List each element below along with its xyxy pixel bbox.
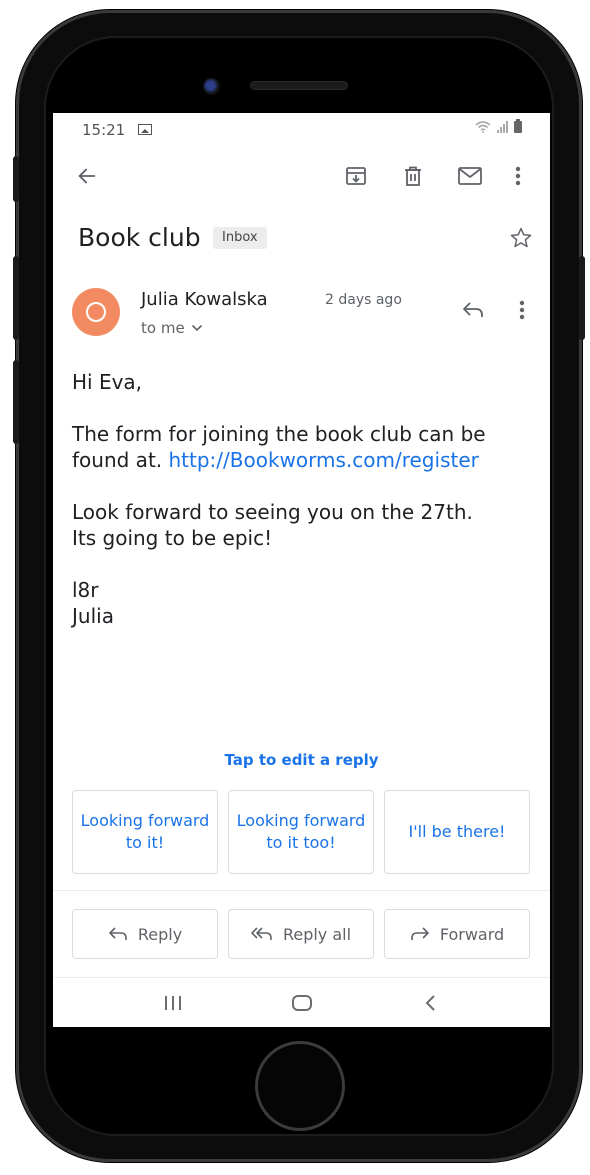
star-outline-icon	[510, 227, 532, 248]
message-more-button[interactable]	[509, 293, 535, 327]
power-button	[579, 256, 585, 340]
reply-icon	[109, 927, 127, 940]
status-bar: 15:21	[53, 113, 550, 145]
screen: 15:21 Book club Inbox Julia Kowalska 2 d…	[53, 113, 550, 1027]
chevron-left-icon	[425, 995, 435, 1011]
signoff: l8r Julia	[72, 577, 542, 629]
forward-icon	[411, 927, 429, 940]
reply-label: Reply	[137, 924, 183, 944]
battery-icon	[514, 119, 522, 133]
status-time: 15:21	[82, 121, 126, 139]
volume-down-button	[13, 360, 19, 444]
volume-up-button	[13, 256, 19, 340]
section-divider	[53, 890, 550, 891]
smart-reply-prompt[interactable]: Tap to edit a reply	[53, 751, 550, 769]
email-timestamp: 2 days ago	[325, 292, 402, 308]
signoff-line-1: l8r	[72, 578, 99, 602]
more-vert-icon	[519, 300, 525, 320]
home-button[interactable]	[255, 1041, 345, 1131]
mute-switch	[13, 156, 19, 202]
recipient-label: to me	[141, 319, 185, 337]
trash-icon	[405, 166, 421, 186]
earpiece-speaker	[250, 81, 348, 90]
mail-icon	[458, 167, 482, 185]
wifi-icon	[475, 121, 491, 133]
arrow-left-icon	[78, 168, 96, 184]
email-body: Hi Eva, The form for joining the book cl…	[72, 369, 542, 655]
quick-reply-button[interactable]	[456, 293, 490, 327]
reply-icon	[463, 302, 483, 317]
forward-label: Forward	[439, 924, 505, 944]
paragraph-1: The form for joining the book club can b…	[72, 421, 542, 473]
status-icons	[475, 119, 522, 133]
back-button[interactable]	[70, 159, 104, 193]
image-notification-icon	[138, 124, 152, 135]
more-options-button[interactable]	[505, 159, 531, 193]
paragraph-2-line-1: Look forward to seeing you on the 27th.	[72, 500, 473, 524]
recipient-details-toggle[interactable]: to me	[141, 319, 203, 337]
recent-apps-icon	[165, 996, 181, 1010]
chevron-down-icon	[191, 324, 202, 332]
email-subject: Book club	[78, 223, 201, 252]
sender-name[interactable]: Julia Kowalska	[141, 289, 268, 310]
reply-all-icon	[251, 927, 272, 940]
avatar-placeholder-icon	[86, 302, 106, 322]
more-vert-icon	[515, 166, 521, 186]
email-toolbar	[53, 153, 550, 197]
sender-avatar[interactable]	[72, 288, 120, 336]
paragraph-2: Look forward to seeing you on the 27th. …	[72, 499, 542, 551]
star-button[interactable]	[506, 223, 536, 253]
recent-apps-button[interactable]	[153, 988, 193, 1018]
signoff-line-2: Julia	[72, 604, 114, 628]
smart-reply-option[interactable]: Looking forward to it too!	[228, 790, 374, 874]
paragraph-2-line-2: Its going to be epic!	[72, 526, 273, 550]
home-circle-icon	[292, 995, 312, 1011]
back-nav-button[interactable]	[411, 988, 451, 1018]
archive-button[interactable]	[339, 159, 373, 193]
smart-reply-option[interactable]: I'll be there!	[384, 790, 530, 874]
subject-row: Book club Inbox	[53, 217, 550, 257]
signal-icon	[497, 121, 508, 133]
reply-button[interactable]: Reply	[72, 909, 218, 959]
forward-button[interactable]: Forward	[384, 909, 530, 959]
inbox-label-chip[interactable]: Inbox	[213, 227, 267, 249]
greeting: Hi Eva,	[72, 370, 143, 394]
navigation-bar	[53, 977, 550, 1027]
sender-row: Julia Kowalska 2 days ago to me	[53, 281, 550, 341]
archive-icon	[346, 167, 366, 185]
reply-all-button[interactable]: Reply all	[228, 909, 374, 959]
smart-reply-option[interactable]: Looking forward to it!	[72, 790, 218, 874]
register-link[interactable]: http://Bookworms.com/register	[169, 448, 479, 472]
front-camera	[203, 78, 220, 95]
reply-all-label: Reply all	[282, 924, 352, 944]
delete-button[interactable]	[396, 159, 430, 193]
mark-unread-button[interactable]	[453, 159, 487, 193]
home-nav-button[interactable]	[282, 988, 322, 1018]
